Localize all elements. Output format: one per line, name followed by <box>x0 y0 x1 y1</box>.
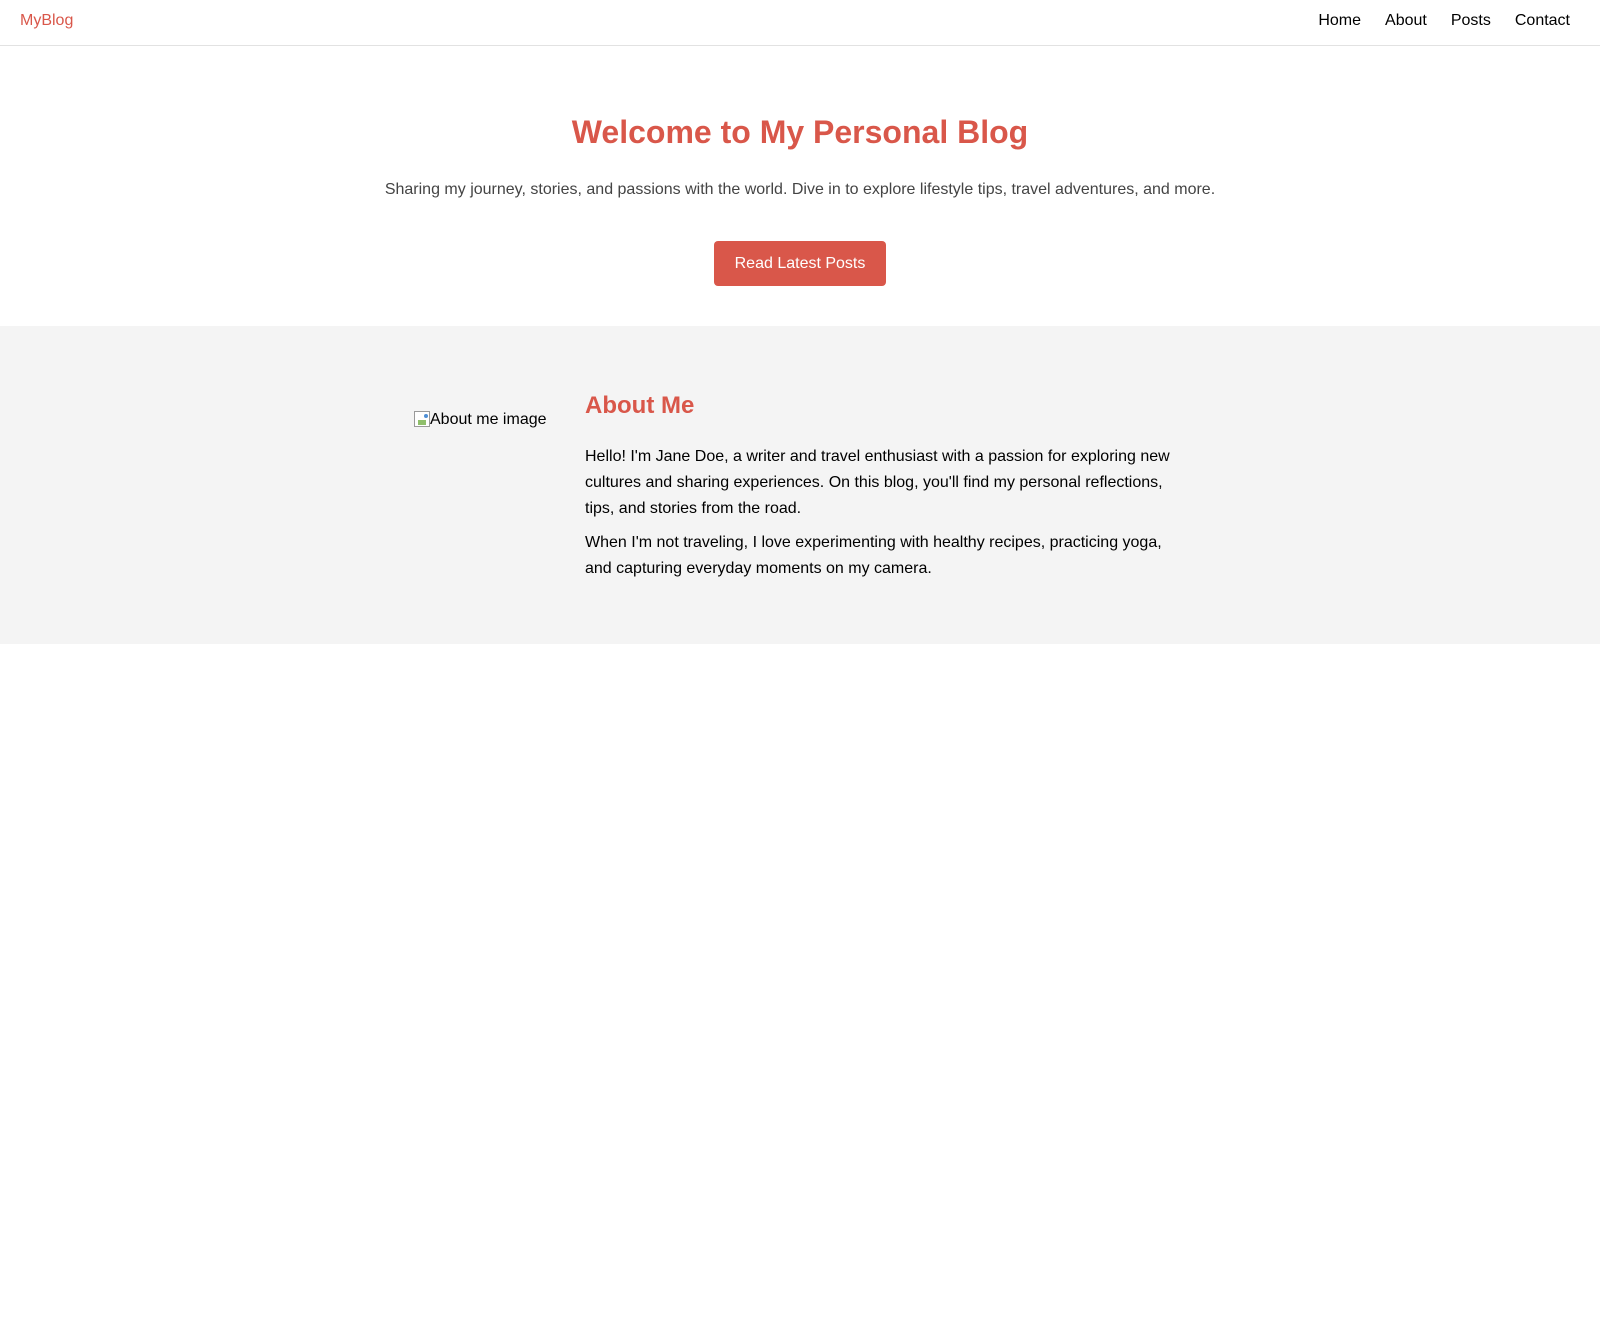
main-nav: Home About Posts Contact <box>1294 12 1570 30</box>
nav-link-posts[interactable]: Posts <box>1451 12 1491 30</box>
about-paragraph: When I'm not traveling, I love experimen… <box>585 534 1162 577</box>
about-title: About Me <box>585 392 695 419</box>
broken-image-icon <box>414 411 430 427</box>
about-content: About Me Hello! I'm Jane Doe, a writer a… <box>585 392 1185 590</box>
site-logo[interactable]: MyBlog <box>20 12 73 30</box>
about-image-alt-text: About me image <box>430 411 547 428</box>
read-latest-posts-button[interactable]: Read Latest Posts <box>714 241 886 286</box>
about-section: About me image About Me Hello! I'm Jane … <box>0 326 1600 644</box>
site-header: MyBlog Home About Posts Contact <box>0 0 1600 46</box>
nav-link-contact[interactable]: Contact <box>1515 12 1570 30</box>
about-image: About me image <box>414 411 547 429</box>
hero-title: Welcome to My Personal Blog <box>571 114 1029 150</box>
hero-section: Welcome to My Personal Blog Sharing my j… <box>0 46 1600 326</box>
about-paragraph: Hello! I'm Jane Doe, a writer and travel… <box>585 448 1170 517</box>
hero-subtitle: Sharing my journey, stories, and passion… <box>384 181 1216 198</box>
nav-link-about[interactable]: About <box>1385 12 1427 30</box>
nav-link-home[interactable]: Home <box>1318 12 1361 30</box>
